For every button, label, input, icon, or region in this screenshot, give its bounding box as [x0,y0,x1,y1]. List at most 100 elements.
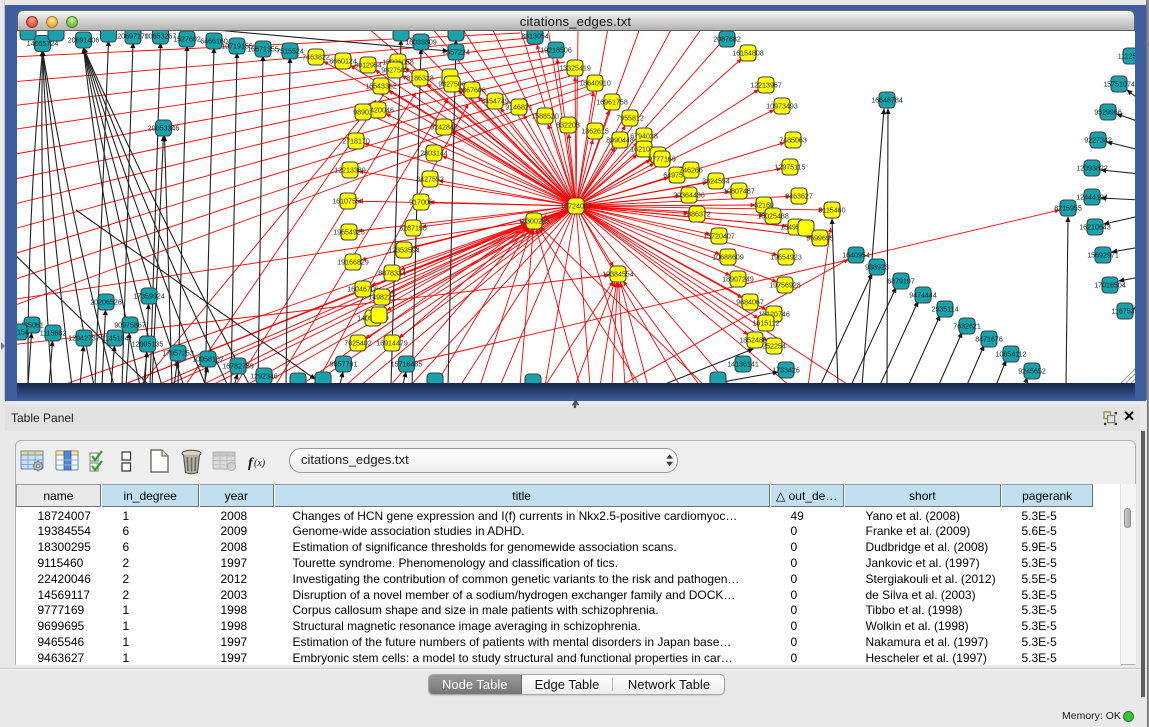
svg-text:8186328: 8186328 [406,75,434,83]
svg-text:10807487: 10807487 [723,188,755,196]
svg-text:10653267: 10653267 [145,33,177,41]
svg-text:252254: 252254 [762,343,786,351]
svg-text:14136141: 14136141 [727,361,759,369]
svg-text:20206526: 20206526 [90,299,122,307]
svg-text:12975115: 12975115 [774,164,805,172]
svg-text:1292346: 1292346 [250,373,278,381]
svg-text:1615112: 1615112 [752,320,779,328]
svg-text:7463822: 7463822 [302,54,330,62]
svg-text:10973493: 10973493 [766,103,798,111]
svg-text:12213389: 12213389 [334,167,366,175]
svg-text:16782759: 16782759 [222,363,254,371]
svg-text:17359924: 17359924 [133,293,165,301]
svg-text:8813054: 8813054 [521,33,549,41]
svg-text:20691406: 20691406 [68,37,100,45]
svg-text:90975867: 90975867 [114,322,146,330]
svg-text:9474444: 9474444 [909,292,937,300]
svg-text:17957253: 17957253 [162,350,194,358]
svg-text:12213967: 12213967 [750,82,782,90]
svg-text:1145194: 1145194 [101,335,128,343]
svg-text:20053346: 20053346 [148,125,180,133]
svg-text:9827503: 9827503 [381,67,409,75]
svg-text:1498222: 1498222 [368,294,396,302]
svg-text:9657791: 9657791 [330,361,358,369]
svg-text:917006: 917006 [409,199,433,207]
svg-text:2087682: 2087682 [713,36,741,44]
svg-text:8912954: 8912954 [354,62,382,70]
svg-text:19654925: 19654925 [333,229,365,237]
svg-text:9699695: 9699695 [806,235,834,243]
svg-text:7485063: 7485063 [779,137,807,145]
svg-text:2718170: 2718170 [342,138,370,146]
svg-text:20364436: 20364436 [673,192,705,200]
svg-text:19756928: 19756928 [769,282,801,290]
svg-text:16107554: 16107554 [332,198,364,206]
svg-text:9777169: 9777169 [648,156,676,164]
svg-text:16210643: 16210643 [1079,224,1111,232]
svg-text:746266: 746266 [679,167,703,175]
svg-text:18724007: 18724007 [560,203,592,211]
svg-text:9529966: 9529966 [1094,109,1122,117]
svg-text:10688609: 10688609 [712,254,744,262]
svg-text:9242848: 9242848 [430,124,458,132]
svg-text:1167533: 1167533 [1111,308,1135,316]
svg-text:6794028: 6794028 [630,133,658,141]
svg-text:8215955: 8215955 [1054,205,1082,213]
svg-text:10958107: 10958107 [192,356,224,364]
svg-text:12444194: 12444194 [1076,194,1108,202]
svg-text:2867608: 2867608 [458,87,486,95]
svg-text:15692971: 15692971 [1087,252,1119,260]
svg-text:15718485: 15718485 [391,361,423,369]
svg-text:10025488: 10025488 [757,213,789,221]
svg-text:8267150: 8267150 [399,225,427,233]
svg-text:3824554: 3824554 [702,178,730,186]
svg-text:39154: 39154 [17,329,29,337]
svg-text:12093822: 12093822 [1076,165,1108,173]
svg-text:16154808: 16154808 [732,50,764,58]
svg-text:1640954: 1640954 [842,252,870,260]
svg-text:1115682: 1115682 [40,330,67,338]
svg-text:9245652: 9245652 [1018,368,1046,376]
svg-text:9115460: 9115460 [818,207,845,215]
svg-text:18907249: 18907249 [722,276,754,284]
svg-text:9684067: 9684067 [736,299,764,307]
svg-text:16671355: 16671355 [247,46,279,54]
svg-text:18300295: 18300295 [518,218,550,226]
svg-text:1588520: 1588520 [531,113,559,121]
svg-text:8427552: 8427552 [416,176,444,184]
svg-text:8471676: 8471676 [975,336,1003,344]
svg-text:7632621: 7632621 [953,323,981,331]
svg-text:9227342: 9227342 [1084,137,1112,145]
svg-text:2935114: 2935114 [931,306,958,314]
svg-text:6879197: 6879197 [887,278,915,286]
svg-text:16914479: 16914479 [376,340,408,348]
svg-text:(x): (x) [254,458,266,469]
svg-text:1733426: 1733426 [772,367,800,375]
svg-text:2803144: 2803144 [420,150,448,158]
svg-text:10654112: 10654112 [995,351,1026,359]
svg-text:12942737: 12942737 [68,335,100,343]
svg-text:1112544: 1112544 [1118,53,1135,61]
svg-text:7515524: 7515524 [276,48,304,56]
svg-text:938923: 938923 [865,264,889,272]
svg-text:13325419: 13325419 [559,65,591,73]
svg-text:7886372: 7886372 [683,211,711,219]
svg-text:9463627: 9463627 [785,193,813,201]
svg-text:7625402: 7625402 [344,340,372,348]
svg-text:15751074: 15751074 [1103,81,1135,89]
svg-text:16648784: 16648784 [871,97,903,105]
svg-text:98901: 98901 [353,109,373,117]
svg-text:19166829: 19166829 [337,259,369,267]
svg-text:19654923: 19654923 [770,254,802,262]
svg-text:832203: 832203 [556,122,580,130]
svg-text:8660124: 8660124 [329,58,357,66]
svg-text:18640910: 18640910 [579,80,611,88]
svg-text:16033809: 16033809 [405,39,437,47]
svg-text:12905135: 12905135 [132,341,164,349]
svg-text:19218506: 19218506 [540,47,572,55]
svg-text:1527602: 1527602 [173,36,201,44]
svg-text:12353594: 12353594 [388,247,420,255]
svg-text:19384554: 19384554 [602,271,634,279]
svg-text:7357224: 7357224 [442,49,470,57]
svg-text:9146821: 9146821 [505,104,533,112]
